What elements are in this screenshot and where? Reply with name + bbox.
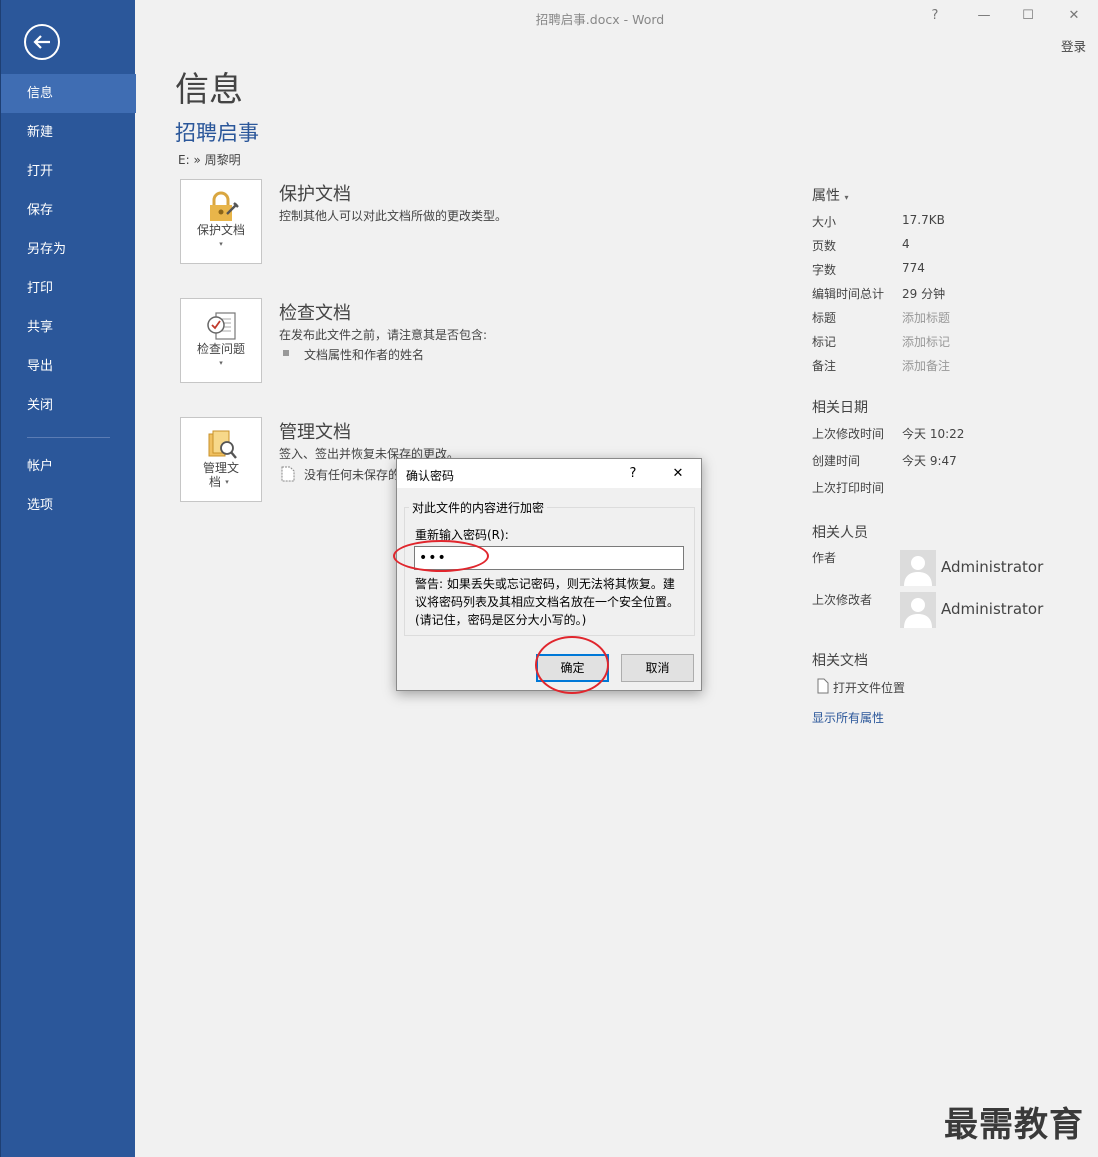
password-warning-text: 警告: 如果丢失或忘记密码，则无法将其恢复。建议将密码列表及其相应文档名放在一个… (415, 577, 680, 627)
prop-pages-value: 4 (902, 237, 910, 251)
inspect-bullet-text: 文档属性和作者的姓名 (304, 348, 425, 362)
lock-icon (210, 191, 239, 221)
nav-save-as[interactable]: 另存为 (1, 230, 136, 269)
nav-save[interactable]: 保存 (1, 191, 136, 230)
help-icon[interactable]: ? (925, 6, 945, 26)
last-modified-by-label: 上次修改者 (812, 593, 873, 607)
related-documents-title: 相关文档 (812, 653, 868, 669)
properties-label: 属性 (812, 188, 840, 204)
show-all-properties-link[interactable]: 显示所有属性 (812, 709, 884, 726)
date-modified-value: 今天 10:22 (902, 427, 965, 441)
date-printed-label: 上次打印时间 (812, 481, 885, 495)
cancel-button[interactable]: 取消 (621, 654, 694, 682)
date-created-value: 今天 9:47 (902, 454, 957, 468)
chevron-down-icon: ▾ (844, 193, 849, 202)
dialog-close-button[interactable]: ✕ (668, 464, 688, 484)
properties-dropdown[interactable]: 属性 ▾ (812, 185, 848, 205)
bullet-icon (283, 350, 289, 356)
nav-share[interactable]: 共享 (1, 308, 136, 347)
prop-tags-input[interactable]: 添加标记 (902, 333, 950, 350)
prop-size-value: 17.7KB (902, 213, 945, 227)
nav-export[interactable]: 导出 (1, 347, 136, 386)
modifier-avatar (900, 592, 936, 628)
date-modified-label: 上次修改时间 (812, 427, 885, 441)
page-title: 信息 (175, 70, 243, 110)
reenter-password-label: 重新输入密码(R): (415, 528, 509, 542)
prop-title-label: 标题 (812, 311, 837, 325)
open-file-location-link[interactable]: 打开文件位置 (833, 679, 905, 696)
document-name: 招聘启事 (175, 121, 259, 145)
protect-description: 控制其他人可以对此文档所做的更改类型。 (279, 209, 508, 223)
login-link[interactable]: 登录 (1061, 36, 1086, 55)
nav-info[interactable]: 信息 (1, 74, 136, 113)
nav-open[interactable]: 打开 (1, 152, 136, 191)
watermark: 最需教育 (944, 1105, 1084, 1145)
encrypt-group-label: 对此文件的内容进行加密 (409, 499, 548, 516)
prop-comments-label: 备注 (812, 359, 837, 373)
manage-tile-label-line1: 管理文 (202, 461, 239, 475)
related-people-title: 相关人员 (812, 525, 868, 541)
manage-document-icon (208, 430, 237, 459)
reenter-password-input[interactable]: ••• (414, 546, 684, 570)
nav-print[interactable]: 打印 (1, 269, 136, 308)
prop-edit-time-label: 编辑时间总计 (812, 287, 885, 301)
manage-title: 管理文档 (279, 422, 351, 443)
author-label: 作者 (812, 551, 837, 565)
minimize-button[interactable]: — (974, 6, 994, 26)
related-dates-title: 相关日期 (812, 400, 868, 416)
inspect-title: 检查文档 (279, 303, 351, 324)
user-icon (904, 598, 932, 628)
inspect-document-icon (207, 312, 236, 340)
check-issues-button[interactable]: 检查问题 ▾ (180, 298, 262, 383)
protect-title: 保护文档 (279, 184, 351, 205)
prop-pages-label: 页数 (812, 239, 837, 253)
prop-edit-time-value: 29 分钟 (902, 287, 946, 301)
maximize-button[interactable]: ☐ (1018, 6, 1038, 26)
modifier-name[interactable]: Administrator (941, 600, 1043, 618)
nav-new[interactable]: 新建 (1, 113, 136, 152)
user-icon (904, 556, 932, 586)
nav-options[interactable]: 选项 (1, 486, 136, 525)
window-title: 招聘启事.docx - Word (535, 12, 665, 27)
prop-words-value: 774 (902, 261, 925, 275)
confirm-password-dialog: 确认密码 ? ✕ 对此文件的内容进行加密 重新输入密码(R): ••• 警告: … (396, 458, 702, 691)
prop-size-label: 大小 (812, 215, 837, 229)
manage-unsaved-item[interactable]: 没有任何未保存的 (304, 466, 400, 483)
chevron-down-icon: ▾ (219, 359, 223, 367)
dialog-title: 确认密码 (406, 469, 455, 483)
prop-title-input[interactable]: 添加标题 (902, 309, 950, 326)
nav-close[interactable]: 关闭 (1, 386, 136, 425)
prop-words-label: 字数 (812, 263, 837, 277)
protect-tile-label: 保护文档 (196, 223, 245, 237)
manage-document-button[interactable]: 管理文 档 ▾ (180, 417, 262, 502)
document-icon (281, 466, 295, 482)
dialog-help-icon[interactable]: ? (623, 464, 643, 484)
nav-account[interactable]: 帐户 (1, 447, 136, 486)
ok-button[interactable]: 确定 (536, 654, 609, 682)
dialog-titlebar: 确认密码 ? ✕ (397, 459, 701, 488)
file-icon (817, 678, 829, 694)
back-arrow-icon (33, 35, 50, 49)
author-avatar (900, 550, 936, 586)
backstage-sidebar: 信息 新建 打开 保存 另存为 打印 共享 导出 关闭 帐户 选项 (0, 0, 136, 1157)
inspect-tile-label: 检查问题 (196, 342, 245, 356)
date-created-label: 创建时间 (812, 454, 861, 468)
prop-tags-label: 标记 (812, 335, 837, 349)
author-name[interactable]: Administrator (941, 558, 1043, 576)
close-window-button[interactable]: ✕ (1064, 6, 1084, 26)
nav-divider (27, 437, 110, 438)
inspect-description: 在发布此文件之前，请注意其是否包含: (279, 328, 488, 342)
prop-comments-input[interactable]: 添加备注 (902, 357, 950, 374)
back-button[interactable] (24, 24, 60, 60)
chevron-down-icon: ▾ (225, 478, 229, 486)
protect-document-button[interactable]: 保护文档 ▾ (180, 179, 262, 264)
document-path: E: » 周黎明 (178, 153, 241, 167)
chevron-down-icon: ▾ (219, 240, 223, 248)
